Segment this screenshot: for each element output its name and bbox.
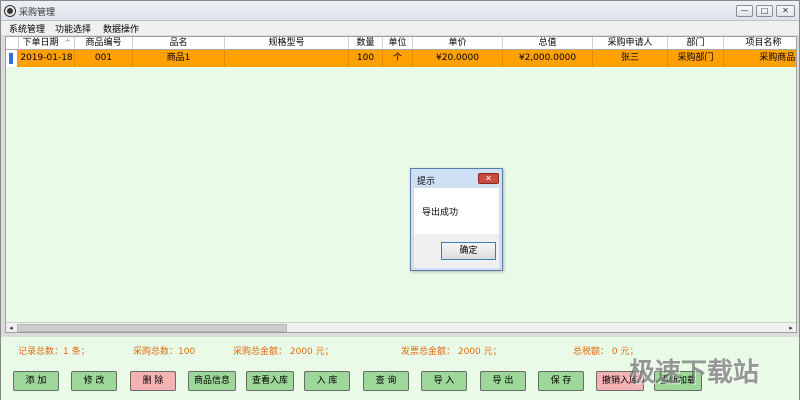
table-header: 下单日期 ^ 商品编号 品名 规格型号 数量 单位 单价 总值 采购申请人 部门 … [6,37,796,50]
column-header-spec[interactable]: 规格型号 [225,37,349,50]
column-header-unit-price[interactable]: 单价 [413,37,503,50]
status-bar: 记录总数：1 条； 采购总数：100 采购总金额： 2000 元； 发票总金额：… [1,337,799,359]
scroll-thumb[interactable] [17,324,287,332]
table-row[interactable]: 2019-01-18 001 商品1 100 个 ¥20.0000 ¥2,000… [6,50,796,67]
purchase-amount: 采购总金额： 2000 元； [233,347,334,357]
cell-project-name[interactable]: 采购商品1 [724,50,796,67]
record-count: 记录总数：1 条； [18,347,90,357]
app-icon [5,6,15,16]
invoice-amount: 发票总金额： 2000 元； [401,347,502,357]
scroll-right-icon[interactable]: ▸ [786,323,796,332]
dialog-message: 导出成功 [422,208,459,218]
column-header-project-name[interactable]: 项目名称 [724,37,796,50]
query-button[interactable]: 查 询 [363,371,409,391]
dialog-footer: 确定 [414,234,499,268]
dialog-title: 提示 [417,177,436,187]
column-header-department[interactable]: 部门 [668,37,724,50]
cell-product-code[interactable]: 001 [75,50,133,67]
import-button[interactable]: 导 入 [421,371,467,391]
horizontal-scrollbar[interactable]: ◂ ▸ [6,322,796,332]
dialog-close-button[interactable]: ✕ [478,173,499,184]
row-header-corner [6,37,19,50]
edit-button[interactable]: 修 改 [71,371,117,391]
menu-data-operations[interactable]: 数据操作 [103,22,139,35]
column-header-requester[interactable]: 采购申请人 [593,37,668,50]
title-bar: 采购管理 — □ ✕ [1,1,799,21]
tax-amount: 总税额： 0 元； [573,347,639,357]
minimize-button[interactable]: — [736,5,753,17]
column-header-unit[interactable]: 单位 [383,37,413,50]
cell-quantity[interactable]: 100 [349,50,383,67]
purchase-count: 采购总数：100 [133,347,196,357]
message-dialog: 提示 ✕ 导出成功 确定 [410,168,503,271]
cell-product-name[interactable]: 商品1 [133,50,225,67]
app-window: 采购管理 — □ ✕ 系统管理 功能选择 数据操作 下单日期 ^ 商品编号 品名 … [0,0,800,400]
add-button[interactable]: 添 加 [13,371,59,391]
stock-in-button[interactable]: 入 库 [304,371,350,391]
column-header-product-name[interactable]: 品名 [133,37,225,50]
purchase-table[interactable]: 下单日期 ^ 商品编号 品名 规格型号 数量 单位 单价 总值 采购申请人 部门 … [5,36,797,333]
watermark-logo: 极速下载站 [629,358,760,388]
close-button[interactable]: ✕ [776,5,795,17]
column-header-total-value[interactable]: 总值 [503,37,593,50]
cell-requester[interactable]: 张三 [593,50,668,67]
cell-unit[interactable]: 个 [383,50,413,67]
column-header-product-code[interactable]: 商品编号 [75,37,133,50]
cell-order-date[interactable]: 2019-01-18 [19,50,75,67]
cell-spec[interactable] [225,50,349,67]
menu-system-management[interactable]: 系统管理 [9,22,45,35]
column-header-quantity[interactable]: 数量 [349,37,383,50]
delete-button[interactable]: 删 除 [130,371,176,391]
row-selector[interactable] [6,50,18,67]
window-title: 采购管理 [19,8,56,18]
dialog-ok-button[interactable]: 确定 [441,242,496,260]
column-header-order-date[interactable]: 下单日期 ^ [19,37,75,50]
column-label: 下单日期 [22,38,59,48]
cell-unit-price[interactable]: ¥20.0000 [413,50,503,67]
menu-function-select[interactable]: 功能选择 [55,22,91,35]
export-button[interactable]: 导 出 [480,371,526,391]
view-stock-in-button[interactable]: 查看入库 [246,371,294,391]
save-button[interactable]: 保 存 [538,371,584,391]
menu-bar: 系统管理 功能选择 数据操作 [1,21,799,35]
sort-icon: ^ [64,39,71,47]
cell-department[interactable]: 采购部门 [668,50,724,67]
product-info-button[interactable]: 商品信息 [188,371,236,391]
maximize-button[interactable]: □ [756,5,773,17]
scroll-left-icon[interactable]: ◂ [6,323,16,332]
dialog-body: 导出成功 [414,188,499,234]
cell-total-value[interactable]: ¥2,000.0000 [503,50,593,67]
